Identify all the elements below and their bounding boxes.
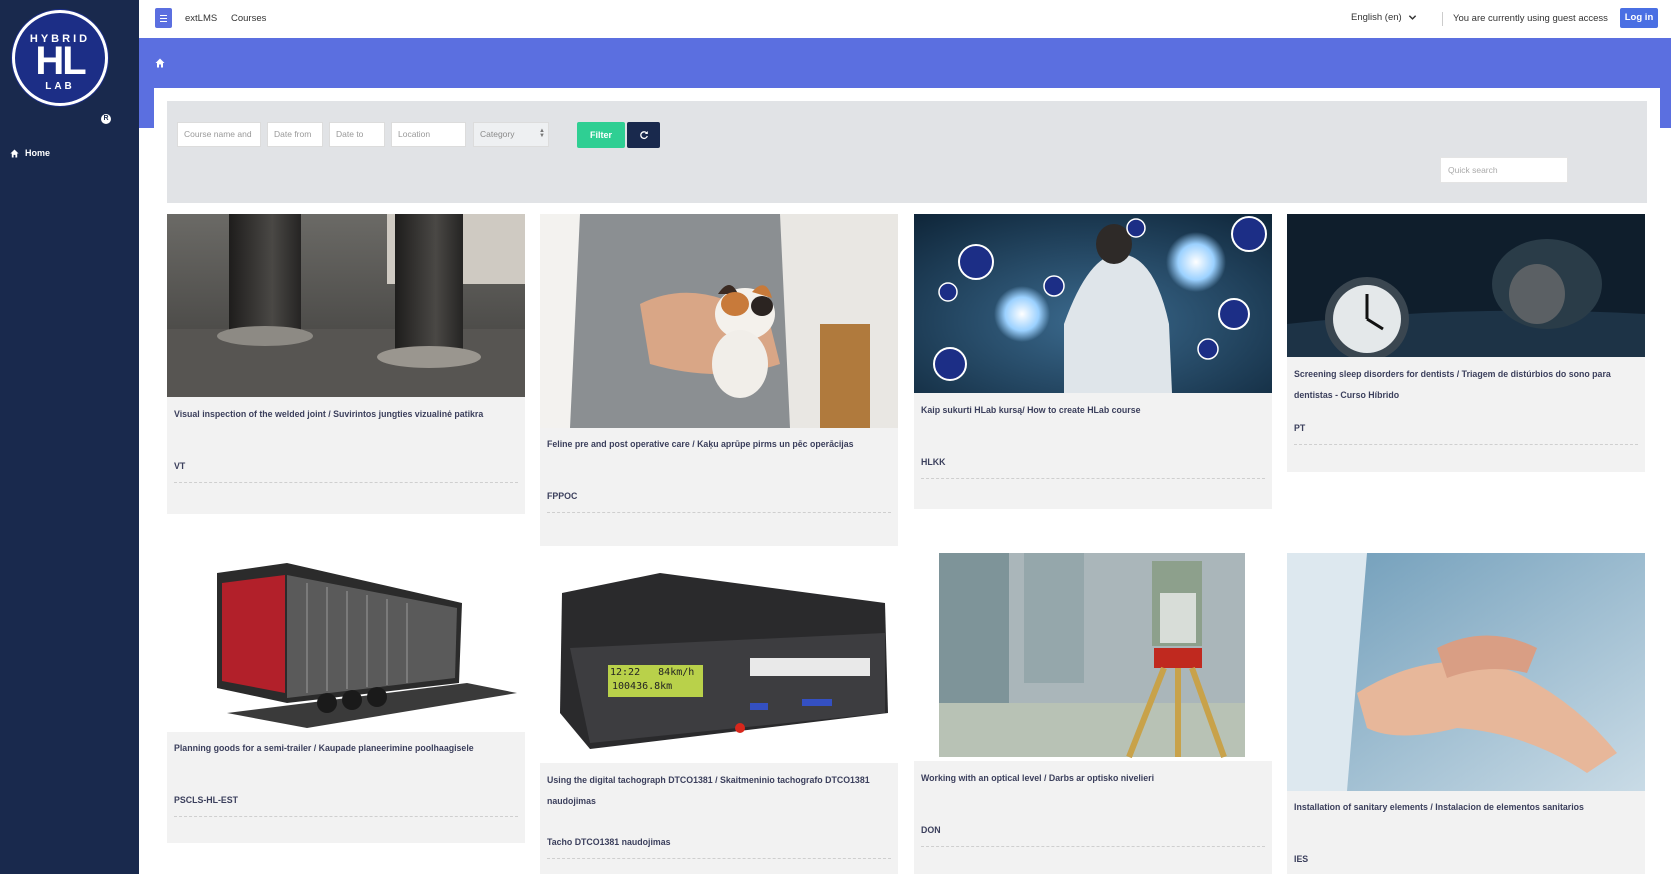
top-navbar: extLMS Courses English (en) You are curr… [139, 0, 1671, 38]
tachograph-display-line2: 100436.8km [612, 681, 673, 692]
card-divider [547, 858, 891, 859]
home-icon [10, 148, 19, 158]
registered-mark: R [101, 114, 111, 124]
chevron-down-icon [1408, 15, 1416, 20]
course-code: VT [174, 461, 186, 471]
course-title[interactable]: Installation of sanitary elements / Inst… [1294, 797, 1638, 818]
course-title[interactable]: Screening sleep disorders for dentists /… [1294, 364, 1638, 406]
menu-icon [160, 14, 167, 16]
course-image-semi-trailer [167, 553, 525, 732]
nav-divider [1442, 12, 1443, 26]
course-image-hlab [914, 214, 1272, 393]
quick-search-input[interactable]: Quick search [1440, 157, 1568, 183]
nav-link-extlms[interactable]: extLMS [185, 13, 217, 24]
location-input[interactable]: Location [391, 122, 466, 147]
course-filter-bar: Course name and Date from Date to Locati… [167, 101, 1647, 203]
card-divider [174, 482, 518, 483]
sidebar-item-label: Home [25, 148, 51, 158]
course-code: FPPOC [547, 491, 578, 501]
menu-toggle-button[interactable] [155, 8, 172, 28]
card-divider [1294, 444, 1638, 445]
language-label: English (en) [1351, 12, 1402, 23]
course-title[interactable]: Planning goods for a semi-trailer / Kaup… [174, 738, 518, 759]
date-from-input[interactable]: Date from [267, 122, 323, 147]
course-name-input[interactable]: Course name and [177, 122, 261, 147]
card-divider [921, 846, 1265, 847]
logo-bottom-text: LAB [45, 81, 75, 92]
course-card[interactable]: 12:22 84km/h 100436.8km Using the digita… [540, 553, 898, 874]
course-image-kitten [540, 214, 898, 428]
course-image-welding [167, 214, 525, 397]
course-code: PT [1294, 423, 1306, 433]
course-card[interactable]: Feline pre and post operative care / Kaķ… [540, 214, 898, 546]
reset-filters-button[interactable] [627, 122, 660, 148]
course-title[interactable]: Visual inspection of the welded joint / … [174, 404, 518, 425]
course-code: Tacho DTCO1381 naudojimas [547, 837, 671, 847]
course-card[interactable]: Working with an optical level / Darbs ar… [914, 553, 1272, 874]
category-select[interactable]: Category ▲ ▼ [473, 122, 549, 147]
course-image-sanitary [1287, 553, 1645, 791]
sidebar: HYBRID HL LAB R Home [0, 0, 139, 874]
course-card[interactable]: Planning goods for a semi-trailer / Kaup… [167, 553, 525, 843]
course-code: DON [921, 825, 941, 835]
course-image-tachograph: 12:22 84km/h 100436.8km [540, 553, 898, 763]
language-selector[interactable]: English (en) [1351, 12, 1417, 23]
card-divider [921, 478, 1265, 479]
logo-main-text: HL [35, 39, 86, 83]
course-code: PSCLS-HL-EST [174, 795, 239, 805]
course-title[interactable]: Feline pre and post operative care / Kaķ… [547, 434, 891, 455]
refresh-icon [639, 131, 648, 140]
tachograph-display-line1: 12:22 84km/h [610, 667, 695, 678]
nav-link-courses[interactable]: Courses [231, 13, 266, 24]
guest-access-text: You are currently using guest access [1453, 13, 1608, 24]
breadcrumb-home-icon[interactable] [155, 58, 165, 68]
course-card[interactable]: Installation of sanitary elements / Inst… [1287, 553, 1645, 874]
course-code: HLKK [921, 457, 946, 467]
card-divider [174, 816, 518, 817]
login-button[interactable]: Log in [1620, 8, 1658, 28]
course-title[interactable]: Working with an optical level / Darbs ar… [921, 768, 1265, 789]
course-image-optical-level [914, 553, 1272, 761]
course-title[interactable]: Using the digital tachograph DTCO1381 / … [547, 770, 891, 812]
course-card[interactable]: Visual inspection of the welded joint / … [167, 214, 525, 514]
main-content: Course name and Date from Date to Locati… [154, 88, 1660, 874]
course-card[interactable]: Kaip sukurti HLab kursą/ How to create H… [914, 214, 1272, 509]
card-divider [547, 512, 891, 513]
hybrid-lab-logo[interactable]: HYBRID HL LAB [12, 10, 108, 106]
category-select-value: Category [480, 129, 515, 139]
sidebar-item-home[interactable]: Home [10, 148, 50, 158]
select-arrows-icon: ▲ ▼ [539, 128, 545, 139]
filter-button[interactable]: Filter [577, 122, 625, 148]
course-image-sleep [1287, 214, 1645, 357]
course-card[interactable]: Screening sleep disorders for dentists /… [1287, 214, 1645, 472]
course-title[interactable]: Kaip sukurti HLab kursą/ How to create H… [921, 400, 1265, 421]
course-code: IES [1294, 854, 1309, 864]
date-to-input[interactable]: Date to [329, 122, 385, 147]
